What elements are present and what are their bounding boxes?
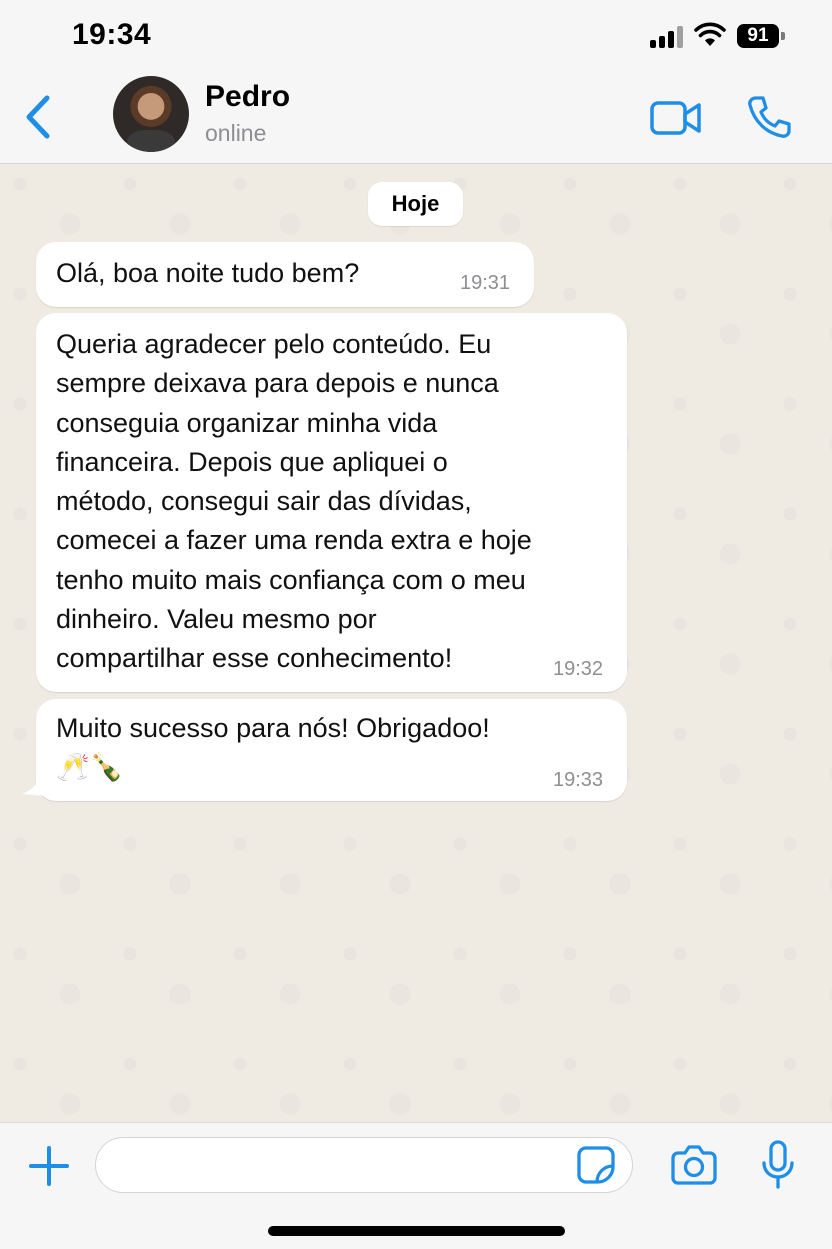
message-text: Queria agradecer pelo conteúdo. Eu sempr…: [56, 329, 532, 674]
chevron-left-icon: [26, 95, 50, 139]
contact-name[interactable]: Pedro: [205, 80, 290, 114]
video-camera-icon: [650, 101, 701, 135]
status-bar: 19:34 91: [0, 0, 832, 70]
message-text: Muito sucesso para nós! Obrigadoo! 🥂🍾: [56, 713, 490, 783]
phone-icon: [748, 96, 791, 138]
date-separator: Hoje: [368, 182, 463, 226]
chat-header: Pedro online: [0, 70, 832, 164]
input-bar: [0, 1122, 832, 1249]
plus-icon: [29, 1146, 69, 1186]
sticker-icon: [577, 1146, 615, 1184]
voice-call-button[interactable]: [746, 94, 792, 140]
back-button[interactable]: [20, 92, 60, 142]
contact-status: online: [205, 120, 267, 146]
contact-avatar[interactable]: [113, 76, 189, 152]
attach-button[interactable]: [28, 1145, 70, 1187]
battery-indicator: 91: [737, 24, 785, 48]
wifi-icon: [694, 22, 726, 48]
bubble-tail: [22, 776, 46, 796]
microphone-icon: [762, 1140, 794, 1189]
video-call-button[interactable]: [649, 98, 703, 138]
camera-icon: [671, 1145, 717, 1185]
message-time: 19:33: [553, 769, 604, 791]
sticker-button[interactable]: [576, 1145, 616, 1185]
chat-area[interactable]: Hoje Olá, boa noite tudo bem? 19:31 Quer…: [0, 164, 832, 1122]
cellular-signal-icon: [650, 26, 686, 48]
message-text: Olá, boa noite tudo bem?: [56, 258, 360, 288]
message-bubble[interactable]: Muito sucesso para nós! Obrigadoo! 🥂🍾 19…: [36, 699, 627, 801]
message-input[interactable]: [95, 1137, 633, 1193]
microphone-button[interactable]: [760, 1139, 796, 1191]
camera-button[interactable]: [670, 1143, 718, 1187]
home-indicator: [268, 1226, 565, 1236]
message-bubble[interactable]: Olá, boa noite tudo bem? 19:31: [36, 242, 534, 307]
status-time: 19:34: [72, 18, 152, 51]
message-bubble[interactable]: Queria agradecer pelo conteúdo. Eu sempr…: [36, 313, 627, 692]
message-time: 19:32: [553, 658, 604, 680]
message-time: 19:31: [460, 272, 511, 294]
